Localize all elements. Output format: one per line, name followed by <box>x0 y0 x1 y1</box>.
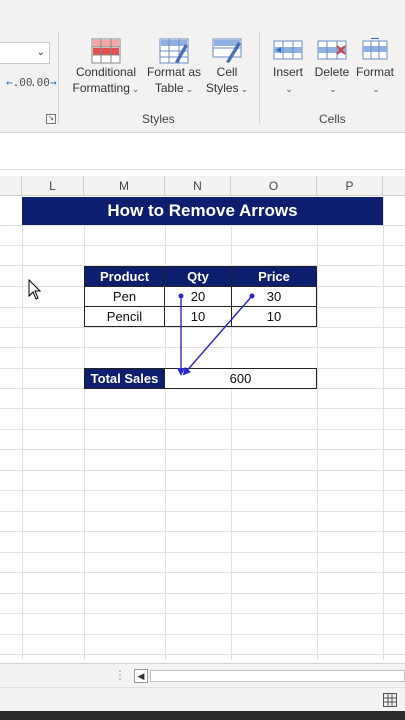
trace-precedents-arrows[interactable] <box>0 0 405 720</box>
status-bar <box>0 687 405 711</box>
tab-splitter-handle[interactable]: ⋮ <box>114 668 126 682</box>
taskbar-strip <box>0 711 405 720</box>
scroll-left-button[interactable]: ◀ <box>134 669 148 683</box>
mouse-cursor-icon <box>28 279 42 300</box>
arrow-price-to-total[interactable] <box>182 293 255 376</box>
sheet-tab-bar: ⋮ ◀ <box>0 663 405 687</box>
horizontal-scrollbar[interactable] <box>150 670 405 682</box>
arrow-qty-to-total[interactable] <box>177 293 185 376</box>
normal-view-icon[interactable] <box>383 693 397 707</box>
